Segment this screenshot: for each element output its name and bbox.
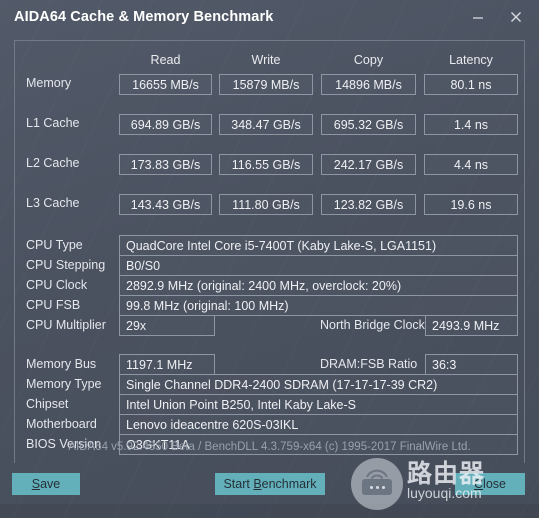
value-cpu-multiplier: 29x	[119, 315, 215, 336]
cell-memory-write: 15879 MB/s	[219, 74, 313, 95]
save-button[interactable]: Save	[12, 473, 80, 495]
info-row-memory-type: Memory Type Single Channel DDR4-2400 SDR…	[15, 374, 524, 395]
label-cpu-stepping: CPU Stepping	[26, 258, 106, 272]
label-cpu-type: CPU Type	[26, 238, 83, 252]
info-row-cpu-stepping: CPU Stepping B0/S0	[15, 255, 524, 276]
window-titlebar: AIDA64 Cache & Memory Benchmark	[0, 0, 539, 34]
cell-l3-read: 143.43 GB/s	[119, 194, 212, 215]
label-cpu-multiplier: CPU Multiplier	[26, 318, 106, 332]
cell-l3-write: 111.80 GB/s	[219, 194, 313, 215]
table-row-l3-cache: L3 Cache 143.43 GB/s 111.80 GB/s 123.82 …	[15, 194, 524, 215]
value-cpu-fsb: 99.8 MHz (original: 100 MHz)	[119, 295, 518, 316]
cell-l2-latency: 4.4 ns	[424, 154, 518, 175]
close-icon[interactable]	[497, 2, 535, 32]
value-motherboard: Lenovo ideacentre 620S-03IKL	[119, 414, 518, 435]
column-header-latency: Latency	[449, 53, 493, 67]
label-memory-type: Memory Type	[26, 377, 102, 391]
value-memory-type: Single Channel DDR4-2400 SDRAM (17-17-17…	[119, 374, 518, 395]
info-row-cpu-multiplier: CPU Multiplier 29x North Bridge Clock 24…	[15, 315, 524, 336]
cell-l3-latency: 19.6 ns	[424, 194, 518, 215]
label-chipset: Chipset	[26, 397, 69, 411]
minimize-icon[interactable]	[459, 2, 497, 32]
save-rest: ave	[40, 477, 61, 491]
column-header-write: Write	[251, 53, 281, 67]
cell-memory-copy: 14896 MB/s	[321, 74, 416, 95]
table-row-l2-cache: L2 Cache 173.83 GB/s 116.55 GB/s 242.17 …	[15, 154, 524, 175]
button-bar: Save Start Benchmark Close	[0, 464, 539, 504]
table-row-memory: Memory 16655 MB/s 15879 MB/s 14896 MB/s …	[15, 74, 524, 95]
start-accel: B	[253, 477, 262, 491]
value-chipset: Intel Union Point B250, Intel Kaby Lake-…	[119, 394, 518, 415]
start-rest: enchmark	[261, 477, 317, 491]
cell-l3-copy: 123.82 GB/s	[321, 194, 416, 215]
column-header-copy: Copy	[353, 53, 384, 67]
label-north-bridge-clock: North Bridge Clock	[320, 318, 425, 332]
info-row-memory-bus: Memory Bus 1197.1 MHz DRAM:FSB Ratio 36:…	[15, 354, 524, 375]
info-row-chipset: Chipset Intel Union Point B250, Intel Ka…	[15, 394, 524, 415]
row-label-l2-cache: L2 Cache	[26, 156, 80, 170]
bottom-strip	[0, 504, 539, 518]
row-label-l1-cache: L1 Cache	[26, 116, 80, 130]
label-cpu-fsb: CPU FSB	[26, 298, 81, 312]
save-accel: S	[31, 477, 41, 491]
label-cpu-clock: CPU Clock	[26, 278, 88, 292]
info-row-cpu-fsb: CPU FSB 99.8 MHz (original: 100 MHz)	[15, 295, 524, 316]
column-header-read: Read	[150, 53, 181, 67]
start-pre: Start	[223, 477, 254, 491]
value-cpu-stepping: B0/S0	[119, 255, 518, 276]
value-cpu-type: QuadCore Intel Core i5-7400T (Kaby Lake-…	[119, 235, 518, 256]
value-memory-bus: 1197.1 MHz	[119, 354, 215, 375]
value-north-bridge-clock: 2493.9 MHz	[425, 315, 518, 336]
label-memory-bus: Memory Bus	[26, 357, 97, 371]
close-rest: lose	[483, 477, 506, 491]
main-panel: Read Write Copy Latency Memory 16655 MB/…	[14, 40, 525, 463]
window-title: AIDA64 Cache & Memory Benchmark	[14, 9, 274, 25]
close-accel: C	[474, 477, 484, 491]
cell-l1-write: 348.47 GB/s	[219, 114, 313, 135]
info-row-cpu-clock: CPU Clock 2892.9 MHz (original: 2400 MHz…	[15, 275, 524, 296]
cell-memory-read: 16655 MB/s	[119, 74, 212, 95]
info-row-cpu-type: CPU Type QuadCore Intel Core i5-7400T (K…	[15, 235, 524, 256]
table-row-l1-cache: L1 Cache 694.89 GB/s 348.47 GB/s 695.32 …	[15, 114, 524, 135]
label-dram-fsb-ratio: DRAM:FSB Ratio	[320, 357, 418, 371]
close-button[interactable]: Close	[455, 473, 525, 495]
label-motherboard: Motherboard	[26, 417, 97, 431]
row-label-l3-cache: L3 Cache	[26, 196, 80, 210]
cell-memory-latency: 80.1 ns	[424, 74, 518, 95]
info-row-motherboard: Motherboard Lenovo ideacentre 620S-03IKL	[15, 414, 524, 435]
cell-l1-copy: 695.32 GB/s	[321, 114, 416, 135]
value-dram-fsb-ratio: 36:3	[425, 354, 518, 375]
cell-l1-read: 694.89 GB/s	[119, 114, 212, 135]
version-text: AIDA64 v5.92.4350 Beta / BenchDLL 4.3.75…	[68, 441, 471, 453]
cell-l1-latency: 1.4 ns	[424, 114, 518, 135]
value-cpu-clock: 2892.9 MHz (original: 2400 MHz, overcloc…	[119, 275, 518, 296]
row-label-memory: Memory	[26, 76, 72, 90]
cell-l2-read: 173.83 GB/s	[119, 154, 212, 175]
start-benchmark-button[interactable]: Start Benchmark	[215, 473, 325, 495]
cell-l2-write: 116.55 GB/s	[219, 154, 313, 175]
window-controls	[459, 0, 535, 34]
cell-l2-copy: 242.17 GB/s	[321, 154, 416, 175]
